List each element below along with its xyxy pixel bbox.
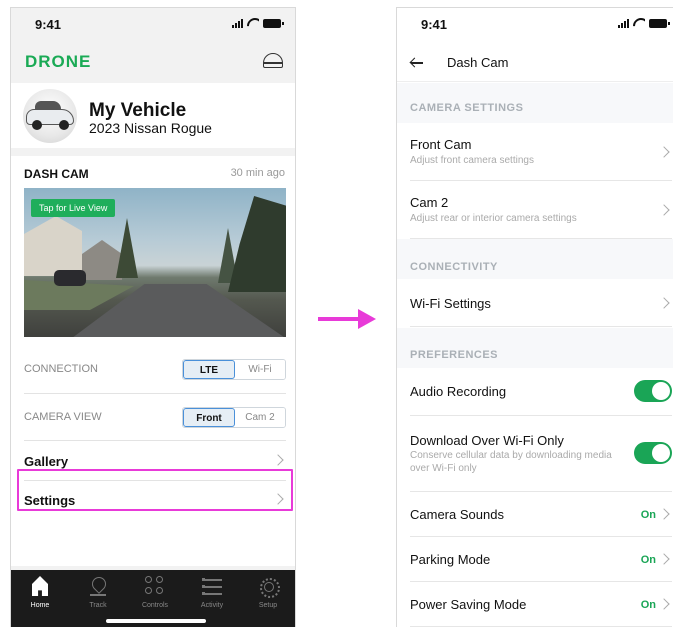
- front-cam-item[interactable]: Front Cam Adjust front camera settings: [410, 123, 672, 181]
- section-heading-preferences: PREFERENCES: [410, 349, 499, 361]
- status-value: On: [640, 599, 656, 611]
- dash-cam-title: DASH CAM: [24, 167, 89, 181]
- item-subtitle: Adjust rear or interior camera settings: [410, 213, 577, 224]
- profile-helmet-icon[interactable]: [263, 53, 283, 69]
- vehicle-name: My Vehicle: [89, 100, 187, 121]
- item-title: Camera Sounds: [410, 507, 504, 522]
- connection-option-lte[interactable]: LTE: [183, 360, 235, 379]
- tab-controls[interactable]: Controls: [130, 576, 180, 609]
- status-bar: 9:41: [397, 8, 673, 40]
- chevron-right-icon: [658, 204, 670, 216]
- home-icon: [30, 576, 50, 596]
- camera-view-row: CAMERA VIEW Front Cam 2: [24, 393, 286, 440]
- vehicle-model: 2023 Nissan Rogue: [89, 120, 212, 136]
- item-subtitle: Conserve cellular data by downloading me…: [410, 450, 612, 474]
- item-title: Audio Recording: [410, 384, 507, 399]
- chevron-right-icon: [658, 297, 670, 309]
- vehicle-avatar: [23, 89, 77, 143]
- controls-icon: [145, 576, 165, 596]
- cellular-signal-icon: [232, 18, 243, 28]
- camera-view-label: CAMERA VIEW: [24, 411, 102, 423]
- section-header-bg: [397, 239, 673, 279]
- chevron-right-icon: [272, 454, 284, 466]
- tab-track[interactable]: Track: [73, 576, 123, 609]
- status-value: On: [640, 554, 656, 566]
- back-arrow-icon[interactable]: [410, 56, 424, 70]
- item-title: Front Cam: [410, 137, 472, 152]
- camera-option-front[interactable]: Front: [183, 408, 235, 427]
- download-wifi-item: Download Over Wi-Fi Only Conserve cellul…: [410, 416, 672, 492]
- nav-header: Dash Cam: [397, 46, 673, 82]
- gallery-label: Gallery: [24, 454, 69, 469]
- power-saving-item[interactable]: Power Saving Mode On: [410, 582, 672, 627]
- tab-label: Setup: [258, 602, 278, 609]
- battery-icon: [263, 19, 284, 28]
- live-view-thumbnail[interactable]: Tap for Live View: [24, 188, 286, 337]
- camera-option-cam2[interactable]: Cam 2: [235, 408, 285, 427]
- vehicle-card[interactable]: My Vehicle 2023 Nissan Rogue: [11, 83, 295, 148]
- connection-row: CONNECTION LTE Wi-Fi: [24, 347, 286, 393]
- home-screen: 9:41 DRONE My Vehicle 2023 Nissan Rogue …: [10, 7, 296, 627]
- wifi-settings-item[interactable]: Wi-Fi Settings: [410, 279, 672, 327]
- status-time: 9:41: [35, 17, 62, 32]
- download-wifi-toggle[interactable]: [634, 442, 672, 464]
- list-icon: [202, 576, 222, 596]
- connection-option-wifi[interactable]: Wi-Fi: [235, 360, 285, 379]
- tab-label: Controls: [141, 602, 169, 609]
- tab-setup[interactable]: Setup: [243, 576, 293, 609]
- audio-recording-toggle[interactable]: [634, 380, 672, 402]
- status-value: On: [640, 509, 656, 521]
- section-heading-camera: CAMERA SETTINGS: [410, 102, 524, 114]
- tab-home[interactable]: Home: [15, 576, 65, 609]
- dash-cam-settings-screen: 9:41 Dash Cam CAMERA SETTINGS Front Cam …: [396, 7, 673, 627]
- status-time: 9:41: [421, 17, 448, 32]
- live-view-button[interactable]: Tap for Live View: [31, 199, 116, 217]
- flow-arrow: [318, 309, 376, 329]
- section-heading-connectivity: CONNECTIVITY: [410, 261, 498, 273]
- gear-icon: [258, 576, 280, 598]
- item-title: Wi-Fi Settings: [410, 296, 491, 311]
- item-title: Cam 2: [410, 195, 449, 210]
- chevron-right-icon: [658, 598, 670, 610]
- wifi-icon: [247, 18, 259, 28]
- item-title: Download Over Wi-Fi Only: [410, 433, 564, 448]
- connection-toggle: LTE Wi-Fi: [182, 359, 286, 380]
- cellular-signal-icon: [618, 18, 629, 28]
- tab-label: Activity: [200, 602, 224, 609]
- item-subtitle: Adjust front camera settings: [410, 155, 534, 166]
- camera-view-toggle: Front Cam 2: [182, 407, 286, 428]
- settings-highlight-box: [17, 469, 293, 511]
- tab-label: Home: [30, 602, 50, 609]
- page-title: Dash Cam: [447, 55, 509, 70]
- section-header-bg: [397, 328, 673, 368]
- camera-sounds-item[interactable]: Camera Sounds On: [410, 492, 672, 537]
- status-bar: 9:41: [11, 8, 295, 40]
- tab-activity[interactable]: Activity: [187, 576, 237, 609]
- chevron-right-icon: [658, 508, 670, 520]
- chevron-right-icon: [658, 553, 670, 565]
- cam2-item[interactable]: Cam 2 Adjust rear or interior camera set…: [410, 181, 672, 239]
- item-title: Power Saving Mode: [410, 597, 527, 612]
- audio-recording-item: Audio Recording: [410, 368, 672, 416]
- chevron-right-icon: [658, 146, 670, 158]
- brand-logo: DRONE: [25, 52, 92, 71]
- battery-icon: [649, 19, 670, 28]
- location-pin-icon: [88, 576, 108, 596]
- tab-label: Track: [89, 602, 107, 609]
- connection-label: CONNECTION: [24, 363, 98, 375]
- item-title: Parking Mode: [410, 552, 491, 567]
- home-indicator: [106, 619, 206, 623]
- wifi-icon: [633, 18, 645, 28]
- last-updated: 30 min ago: [230, 167, 285, 179]
- parking-mode-item[interactable]: Parking Mode On: [410, 537, 672, 582]
